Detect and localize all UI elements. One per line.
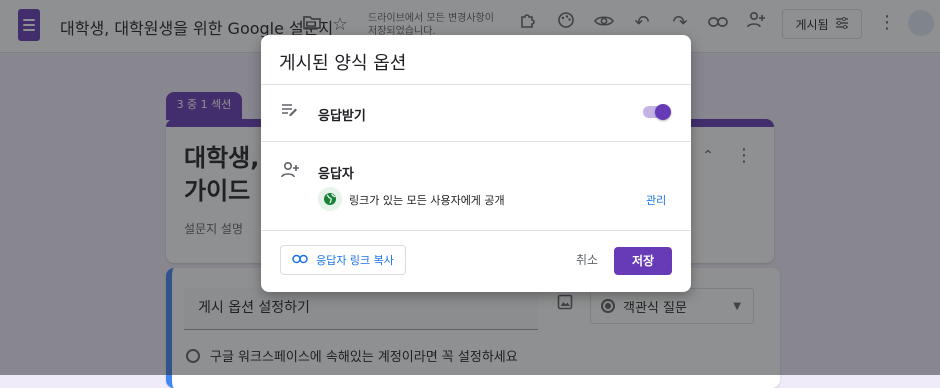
cancel-button[interactable]: 취소	[567, 248, 607, 272]
accept-responses-label: 응답받기	[318, 109, 366, 124]
copy-responder-link-button[interactable]: 응답자 링크 복사	[280, 245, 406, 275]
toggle-thumb[interactable]	[655, 104, 671, 120]
copy-link-label: 응답자 링크 복사	[316, 254, 394, 267]
access-level-text: 링크가 있는 모든 사용자에게 공개	[349, 194, 505, 207]
person-add-icon	[280, 161, 300, 181]
responders-label: 응답자	[318, 167, 354, 182]
divider	[261, 84, 691, 85]
manage-access-link[interactable]: 관리	[646, 192, 666, 208]
link-icon	[292, 254, 308, 267]
edit-note-icon	[280, 102, 300, 122]
globe-icon	[318, 187, 342, 211]
save-button[interactable]: 저장	[614, 247, 672, 275]
divider	[261, 141, 691, 142]
divider	[261, 230, 691, 231]
publish-options-dialog: 게시된 양식 옵션 응답받기 응답자 링크가 있는 모든 사용자에게 공개 관리…	[261, 35, 691, 292]
dialog-title: 게시된 양식 옵션	[279, 53, 407, 74]
